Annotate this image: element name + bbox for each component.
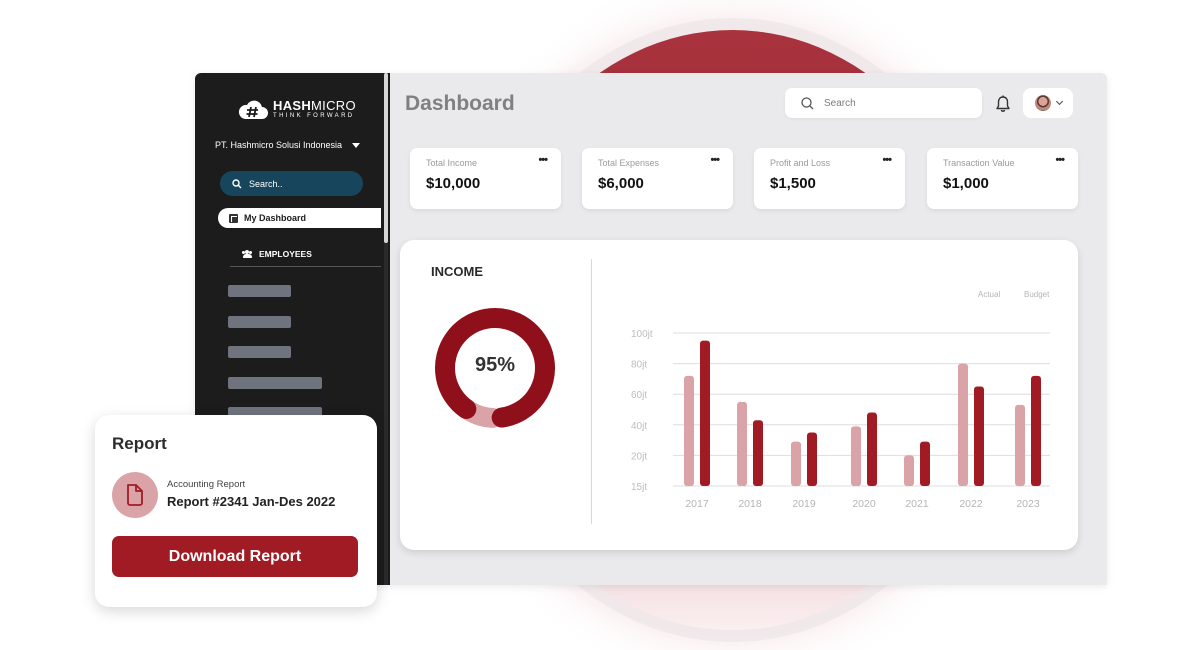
kpi-card-total-income: Total Income $10,000 ••• [410,148,561,209]
bar-actual [1015,404,1025,486]
cloud-hash-icon [238,100,268,119]
y-tick-label: 100jt [631,329,653,340]
x-tick-label: 2022 [959,498,983,510]
sidebar-search[interactable] [220,171,363,196]
bar-budget [920,441,930,486]
search-icon [801,96,814,109]
income-bar-chart: 15jt 20jt 40jt 60jt 80jt 100jt 2017 2018 2019 202… [631,329,1050,510]
x-tick-label: 2020 [852,498,876,510]
people-icon [242,250,253,258]
brand-tagline: THINK FORWARD [273,113,355,119]
bell-icon[interactable] [995,95,1011,113]
chevron-down-icon [1055,97,1063,106]
more-options-icon[interactable]: ••• [710,155,720,166]
more-options-icon[interactable]: ••• [882,155,892,166]
search-icon [232,178,242,188]
sidebar-placeholder-item[interactable] [228,285,291,297]
sidebar-placeholder-item[interactable] [228,316,291,328]
card-divider [591,259,592,524]
bar-budget [807,432,817,486]
bar-actual [958,363,968,486]
kpi-value: $1,500 [770,175,816,192]
y-tick-label: 20jt [631,451,647,462]
x-tick-label: 2017 [685,498,709,510]
sidebar-scrollbar[interactable] [384,73,388,585]
header-search-input[interactable] [824,97,964,109]
sidebar-item-label: EMPLOYEES [259,249,312,259]
bar-actual [904,455,914,486]
x-tick-label: 2021 [905,498,929,510]
logo: HASHMICRO THINK FORWARD [237,97,356,121]
kpi-card-total-expenses: Total Expenses $6,000 ••• [582,148,733,209]
report-name: Report #2341 Jan-Des 2022 [167,494,336,509]
bar-actual [791,441,801,486]
sidebar-item-my-dashboard[interactable]: My Dashboard [218,208,381,228]
bar-budget [867,412,877,486]
brand-name-bold: HASH [273,98,312,113]
income-card: INCOME 95% Actual Budget 15jt 20jt 40jt 60j… [400,240,1078,550]
company-selector[interactable]: PT. Hashmicro Solusi Indonesia [215,140,361,150]
more-options-icon[interactable]: ••• [538,155,548,166]
company-name: PT. Hashmicro Solusi Indonesia [215,140,343,150]
x-tick-label: 2023 [1016,498,1040,510]
caret-down-icon [352,142,361,148]
y-tick-label: 60jt [631,390,647,401]
kpi-value: $10,000 [426,175,481,192]
download-report-button[interactable]: Download Report [112,536,358,577]
dashboard-icon [229,213,238,223]
avatar [1034,95,1051,111]
profile-menu[interactable] [1023,88,1073,118]
y-tick-label: 15jt [631,482,647,493]
page-title: Dashboard [405,92,515,115]
donut-percent-label: 95% [474,354,516,376]
bar-actual [684,375,694,486]
bar-actual [851,426,861,486]
scrollbar-thumb[interactable] [384,73,388,243]
report-icon-badge [112,472,158,518]
kpi-card-profit-and-loss: Profit and Loss $1,500 ••• [754,148,905,209]
sidebar-placeholder-item[interactable] [228,377,322,389]
kpi-value: $1,000 [943,175,989,192]
income-title: INCOME [431,264,483,279]
more-options-icon[interactable]: ••• [1055,155,1065,166]
report-card: Report Accounting Report Report #2341 Ja… [95,415,377,607]
bar-budget [753,420,763,486]
kpi-value: $6,000 [598,175,644,192]
bar-actual [737,401,747,486]
bar-budget [700,340,710,486]
kpi-label: Profit and Loss [770,158,831,168]
document-icon [127,484,143,506]
sidebar-placeholder-item[interactable] [228,346,291,358]
sidebar-item-label: My Dashboard [244,213,307,223]
report-title: Report [112,434,167,453]
brand-name-light: MICRO [311,98,356,113]
sidebar-divider [230,266,381,267]
kpi-label: Total Income [426,158,478,168]
sidebar-item-employees[interactable]: EMPLOYEES [242,249,312,259]
kpi-label: Transaction Value [943,158,1015,168]
x-tick-label: 2018 [738,498,762,510]
report-subtitle: Accounting Report [167,479,246,490]
y-tick-label: 40jt [631,421,647,432]
kpi-label: Total Expenses [598,158,660,168]
x-tick-label: 2019 [792,498,816,510]
y-tick-label: 80jt [631,360,647,371]
bar-budget [974,386,984,486]
kpi-card-transaction-value: Transaction Value $1,000 ••• [927,148,1078,209]
header-search[interactable] [785,88,982,118]
bar-budget [1031,375,1041,486]
sidebar-search-input[interactable] [249,178,349,189]
